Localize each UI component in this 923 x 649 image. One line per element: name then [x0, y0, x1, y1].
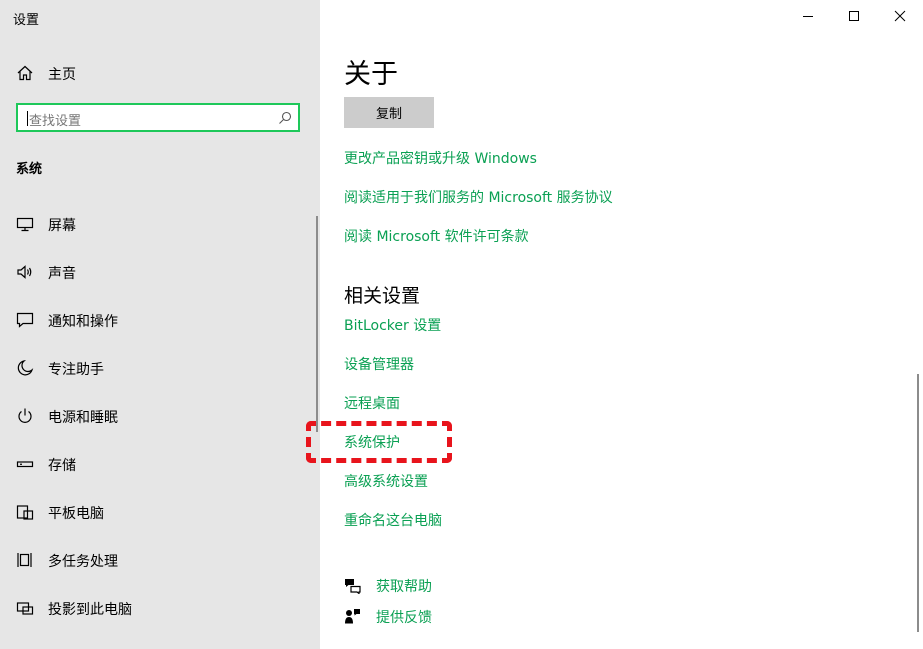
search-icon[interactable] — [278, 111, 292, 125]
sidebar-item-display[interactable]: 屏幕 — [0, 204, 312, 244]
help-chat-icon — [345, 579, 361, 594]
sidebar-item-label: 多任务处理 — [48, 554, 118, 570]
sidebar-item-label: 投影到此电脑 — [48, 602, 132, 618]
link-remote-desktop[interactable]: 远程桌面 — [344, 393, 400, 413]
section-label: 系统 — [16, 162, 43, 177]
project-icon — [16, 602, 34, 615]
search-input[interactable]: 查找设置 — [16, 103, 300, 132]
link-bitlocker[interactable]: BitLocker 设置 — [344, 315, 441, 335]
sidebar-item-label: 声音 — [48, 266, 76, 282]
sidebar-item-label: 主页 — [48, 67, 76, 83]
sidebar-item-home[interactable]: 主页 — [0, 56, 320, 90]
link-device-manager[interactable]: 设备管理器 — [344, 354, 414, 374]
home-icon — [17, 65, 33, 81]
link-advanced-system-settings[interactable]: 高级系统设置 — [344, 471, 428, 491]
sidebar-item-tablet[interactable]: 平板电脑 — [0, 492, 312, 532]
related-settings-title: 相关设置 — [344, 285, 421, 307]
sidebar-item-notifications[interactable]: 通知和操作 — [0, 300, 312, 340]
sidebar-item-label: 通知和操作 — [48, 314, 118, 330]
link-service-agreement[interactable]: 阅读适用于我们服务的 Microsoft 服务协议 — [344, 187, 613, 207]
speaker-icon — [17, 265, 32, 279]
sidebar-item-power-sleep[interactable]: 电源和睡眠 — [0, 396, 312, 436]
feedback-label: 提供反馈 — [376, 610, 432, 626]
sidebar-item-storage[interactable]: 存储 — [0, 444, 312, 484]
moon-icon — [17, 359, 34, 376]
page-title: 关于 — [344, 59, 398, 90]
monitor-icon — [16, 217, 34, 232]
search-placeholder: 查找设置 — [29, 114, 82, 129]
minimize-button[interactable] — [785, 0, 831, 32]
app-title: 设置 — [13, 13, 40, 28]
power-icon — [18, 408, 32, 423]
sidebar-item-label: 屏幕 — [48, 218, 76, 234]
get-help-label: 获取帮助 — [376, 579, 432, 595]
main-scrollbar[interactable] — [917, 374, 919, 632]
highlight-annotation — [306, 421, 452, 463]
sidebar: 设置 主页 查找设置 系统 屏幕 声音 通知和操作 专注助手 电源和睡眠 存储 … — [0, 0, 320, 649]
feedback-icon — [345, 609, 360, 624]
close-icon — [894, 10, 906, 22]
multitask-icon — [17, 553, 32, 567]
link-license-terms[interactable]: 阅读 Microsoft 软件许可条款 — [344, 226, 529, 246]
feedback-link[interactable]: 提供反馈 — [344, 606, 544, 628]
maximize-icon — [849, 11, 859, 21]
sidebar-scrollbar[interactable] — [316, 216, 318, 432]
minimize-icon — [803, 16, 813, 17]
storage-icon — [16, 461, 34, 468]
sidebar-item-label: 平板电脑 — [48, 506, 104, 522]
sidebar-item-label: 专注助手 — [48, 362, 104, 378]
sidebar-item-label: 存储 — [48, 458, 76, 474]
sidebar-item-project[interactable]: 投影到此电脑 — [0, 588, 312, 628]
sidebar-item-multitasking[interactable]: 多任务处理 — [0, 540, 312, 580]
link-rename-pc[interactable]: 重命名这台电脑 — [344, 510, 442, 530]
text-caret — [27, 111, 28, 126]
close-button[interactable] — [877, 0, 923, 32]
sidebar-item-sound[interactable]: 声音 — [0, 252, 312, 292]
maximize-button[interactable] — [831, 0, 877, 32]
link-change-product-key[interactable]: 更改产品密钥或升级 Windows — [344, 148, 537, 168]
notification-icon — [16, 312, 34, 328]
sidebar-item-label: 电源和睡眠 — [48, 410, 118, 426]
copy-button[interactable]: 复制 — [344, 97, 434, 128]
sidebar-item-focus-assist[interactable]: 专注助手 — [0, 348, 312, 388]
get-help-link[interactable]: 获取帮助 — [344, 575, 544, 597]
tablet-icon — [16, 505, 34, 520]
